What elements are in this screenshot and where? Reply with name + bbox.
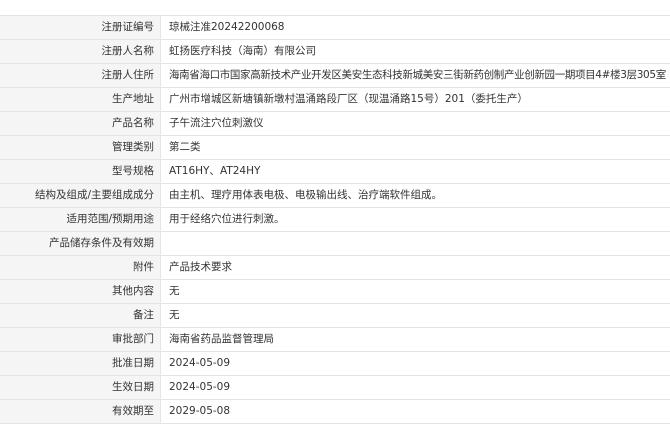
row-label-effective-date: 生效日期: [0, 375, 161, 400]
row-value-approval-date: 2024-05-09: [160, 351, 670, 376]
row-label-remarks: 备注: [0, 303, 161, 328]
row-label-registrant-address: 注册人住所: [0, 63, 161, 88]
row-label-storage-validity: 产品储存条件及有效期: [0, 231, 161, 256]
row-value-other-content: 无: [160, 279, 670, 304]
row-value-management-class: 第二类: [160, 135, 670, 160]
table-row: 批准日期 2024-05-09: [0, 351, 670, 376]
table-row: 管理类别 第二类: [0, 135, 670, 160]
table-row: 型号规格 AT16HY、AT24HY: [0, 159, 670, 184]
table-row: 产品储存条件及有效期: [0, 231, 670, 256]
row-value-remarks: 无: [160, 303, 670, 328]
row-label-intended-use: 适用范围/预期用途: [0, 207, 161, 232]
table-row: 审批部门 海南省药品监督管理局: [0, 327, 670, 352]
row-value-approval-department: 海南省药品监督管理局: [160, 327, 670, 352]
table-row: 生产地址 广州市增城区新塘镇新墩村温涌路段厂区（现温涌路15号）201（委托生产…: [0, 87, 670, 112]
table-row: 适用范围/预期用途 用于经络穴位进行刺激。: [0, 207, 670, 232]
table-row: 附件 产品技术要求: [0, 255, 670, 280]
row-label-structure-composition: 结构及组成/主要组成成分: [0, 183, 161, 208]
table-row: 生效日期 2024-05-09: [0, 375, 670, 400]
row-label-product-name: 产品名称: [0, 111, 161, 136]
registration-detail-table: 注册证编号 琼械注准20242200068 注册人名称 虹扬医疗科技（海南）有限…: [0, 15, 670, 424]
row-value-registrant-address: 海南省海口市国家高新技术产业开发区美安生态科技新城美安三街新药创制产业创新园一期…: [160, 63, 670, 88]
table-row: 注册人住所 海南省海口市国家高新技术产业开发区美安生态科技新城美安三街新药创制产…: [0, 63, 670, 88]
table-row: 其他内容 无: [0, 279, 670, 304]
table-row: 注册人名称 虹扬医疗科技（海南）有限公司: [0, 39, 670, 64]
row-label-registrant-name: 注册人名称: [0, 39, 161, 64]
row-label-attachment: 附件: [0, 255, 161, 280]
row-value-registrant-name: 虹扬医疗科技（海南）有限公司: [160, 39, 670, 64]
row-value-production-address: 广州市增城区新塘镇新墩村温涌路段厂区（现温涌路15号）201（委托生产）: [160, 87, 670, 112]
row-value-storage-validity: [160, 231, 670, 256]
row-value-effective-date: 2024-05-09: [160, 375, 670, 400]
row-label-valid-until: 有效期至: [0, 399, 161, 424]
row-value-valid-until: 2029-05-08: [160, 399, 670, 424]
row-value-model-spec: AT16HY、AT24HY: [160, 159, 670, 184]
row-value-intended-use: 用于经络穴位进行刺激。: [160, 207, 670, 232]
table-row: 有效期至 2029-05-08: [0, 399, 670, 424]
row-label-registration-number: 注册证编号: [0, 15, 161, 40]
table-row: 产品名称 子午流注穴位刺激仪: [0, 111, 670, 136]
row-label-approval-date: 批准日期: [0, 351, 161, 376]
row-value-structure-composition: 由主机、理疗用体表电极、电极输出线、治疗端软件组成。: [160, 183, 670, 208]
row-label-approval-department: 审批部门: [0, 327, 161, 352]
table-row: 注册证编号 琼械注准20242200068: [0, 15, 670, 40]
row-label-production-address: 生产地址: [0, 87, 161, 112]
row-label-model-spec: 型号规格: [0, 159, 161, 184]
row-label-other-content: 其他内容: [0, 279, 161, 304]
row-label-management-class: 管理类别: [0, 135, 161, 160]
row-value-registration-number: 琼械注准20242200068: [160, 15, 670, 40]
table-row: 备注 无: [0, 303, 670, 328]
row-value-attachment: 产品技术要求: [160, 255, 670, 280]
row-value-product-name: 子午流注穴位刺激仪: [160, 111, 670, 136]
table-row: 结构及组成/主要组成成分 由主机、理疗用体表电极、电极输出线、治疗端软件组成。: [0, 183, 670, 208]
